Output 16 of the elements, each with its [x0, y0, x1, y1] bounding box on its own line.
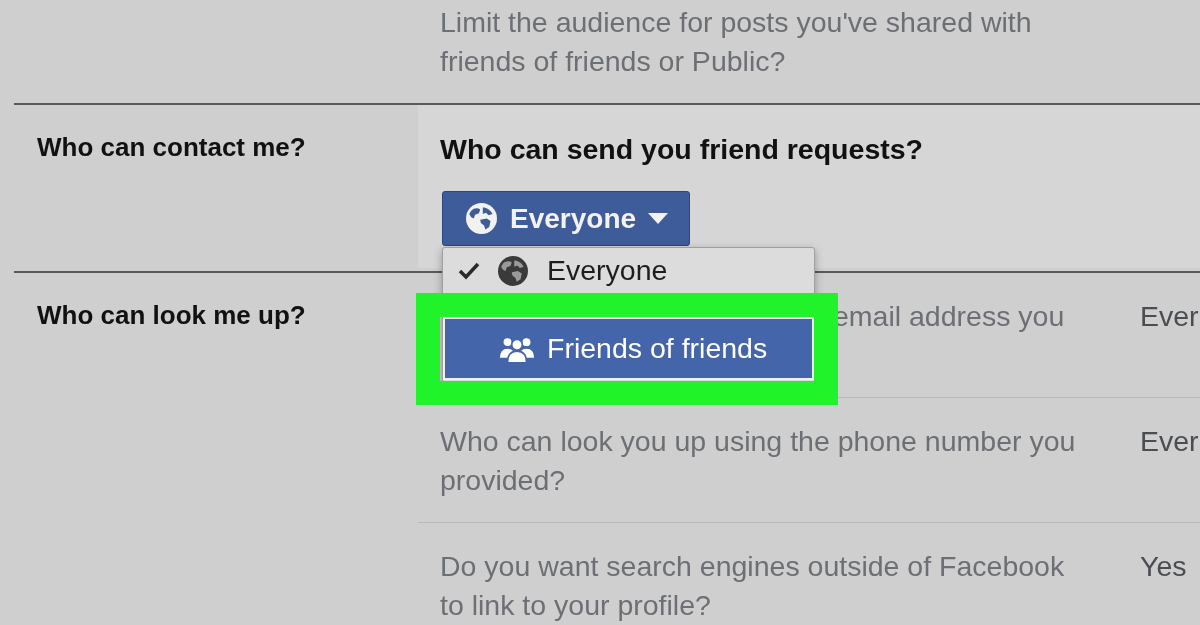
- menu-item[interactable]: Everyone: [443, 249, 814, 292]
- caret-icon: [648, 213, 669, 224]
- check-icon: [458, 261, 480, 280]
- setting-description: Limit the audience for posts you've shared with friends of friends or Public?: [440, 5, 1033, 79]
- globe-icon: [466, 203, 497, 234]
- section-label: Who can contact me?: [37, 132, 306, 162]
- setting-value: Yes: [1140, 549, 1187, 584]
- menu-item[interactable]: Friends of friends: [443, 317, 814, 380]
- section-label: Who can look me up?: [37, 300, 306, 330]
- audience-button[interactable]: Everyone: [442, 191, 690, 246]
- setting-value: Ever: [1140, 299, 1199, 334]
- setting-question: Who can send you friend requests?: [440, 132, 923, 166]
- setting-question: Who can look you up using the phone number you provided?: [440, 424, 1077, 498]
- setting-question: Do you want search engines outside of Facebook to link to your profile?: [440, 549, 1066, 623]
- setting-value: Ever: [1140, 424, 1199, 459]
- globe-icon: [498, 255, 528, 286]
